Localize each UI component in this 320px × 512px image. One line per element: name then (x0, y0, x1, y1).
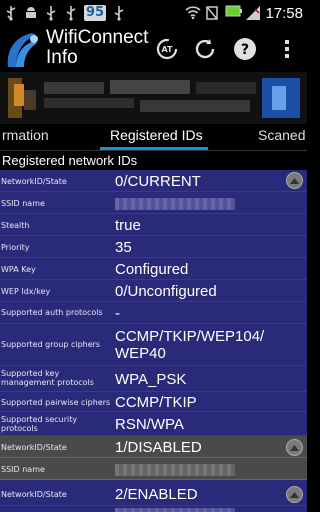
row-value: 0/CURRENT (115, 173, 201, 190)
row-label: NetworkID/State (1, 490, 67, 499)
row-value: CCMP/TKIP/WEP104/ WEP40 (115, 328, 265, 362)
app-logo (4, 29, 42, 69)
row-value: true (115, 217, 141, 234)
row-label: Supported key management protocols (1, 369, 94, 387)
row-label: WPA Key (1, 265, 36, 274)
row-label: Priority (1, 243, 30, 252)
list-item: NetworkID/State 2/ENABLED (0, 482, 307, 506)
wifi-icon (185, 5, 202, 21)
row-label: SSID name (1, 465, 45, 474)
row-label: WEP Idx/key (1, 287, 51, 296)
row-label: NetworkID/State (1, 177, 67, 186)
clock: 17:58 (265, 4, 303, 22)
usb-icon (44, 5, 58, 21)
list-item: NetworkID/State 1/DISABLED (0, 436, 307, 458)
row-label: Supported pairwise ciphers (1, 398, 111, 407)
row-value: 2/ENABLED (115, 486, 198, 503)
list-item: Supported pairwise ciphers CCMP/TKIP (0, 392, 307, 412)
row-value: RSN/WPA (115, 416, 184, 433)
ssid-redacted (115, 508, 235, 512)
row-value: 35 (115, 239, 132, 256)
row-value: 0/Unconfigured (115, 283, 217, 300)
ssid-redacted (115, 198, 235, 210)
svg-text:AT: AT (161, 45, 173, 54)
row-value: CCMP/TKIP (115, 394, 197, 411)
notification-count-badge: 95 (84, 5, 107, 21)
auto-refresh-icon: AT (156, 38, 178, 60)
row-label: NetworkID/State (1, 443, 67, 452)
row-label: Supported group ciphers (1, 340, 101, 349)
help-button[interactable]: ? (230, 34, 260, 64)
help-icon: ? (234, 38, 256, 60)
network-card[interactable]: NetworkID/State 0/CURRENT SSID name Stea… (0, 170, 307, 436)
list-item: SSID name (0, 192, 307, 214)
list-item: Supported group ciphers CCMP/TKIP/WEP104… (0, 324, 307, 366)
collapse-toggle-button[interactable] (286, 486, 303, 503)
no-sim-icon (205, 5, 219, 21)
network-card[interactable]: NetworkID/State 1/DISABLED SSID name (0, 436, 307, 480)
refresh-icon (195, 39, 215, 59)
usb-icon (4, 5, 18, 21)
row-label: Supported auth protocols (1, 308, 103, 317)
list-item: Stealth true (0, 214, 307, 236)
collapse-toggle-button[interactable] (286, 439, 303, 456)
list-item: NetworkID/State 0/CURRENT (0, 170, 307, 192)
svg-text:?: ? (241, 42, 249, 58)
chevron-up-icon (290, 444, 299, 451)
row-label: Supported security protocols (1, 415, 78, 433)
collapse-toggle-button[interactable] (286, 172, 303, 189)
app-title-line1: WifiConnect (46, 27, 149, 48)
list-item: WEP Idx/key 0/Unconfigured (0, 280, 307, 302)
chevron-up-icon (290, 491, 299, 498)
chevron-up-icon (290, 177, 299, 184)
signal-icon (245, 5, 261, 21)
network-card[interactable]: NetworkID/State 2/ENABLED (0, 480, 307, 512)
row-value: Configured (115, 261, 189, 278)
android-icon (24, 5, 38, 21)
list-item: WPA Key Configured (0, 258, 307, 280)
usb-icon (64, 5, 78, 21)
row-label: Stealth (1, 221, 30, 230)
list-item: SSID name (0, 458, 307, 480)
ssid-redacted (115, 464, 235, 476)
battery-icon (225, 5, 243, 21)
status-bar: 95 17:58 (0, 0, 307, 26)
more-vert-icon (285, 40, 289, 58)
overflow-menu-button[interactable] (272, 34, 302, 64)
usb-icon (112, 5, 126, 21)
list-item: Supported auth protocols - (0, 302, 307, 324)
tab-information[interactable]: rmation (2, 127, 49, 143)
row-value: - (115, 305, 120, 322)
section-title: Registered network IDs (0, 150, 307, 170)
auto-refresh-button[interactable]: AT (152, 34, 182, 64)
tab-scanned[interactable]: Scaned (258, 127, 305, 143)
ad-banner[interactable] (0, 72, 307, 124)
list-item: Supported key management protocols WPA_P… (0, 366, 307, 392)
row-value: WPA_PSK (115, 371, 187, 388)
row-label: SSID name (1, 199, 45, 208)
app-title-line2: Info (46, 47, 78, 68)
app-bar: WifiConnect Info AT ? (0, 26, 307, 72)
tab-registered-ids[interactable]: Registered IDs (110, 127, 203, 143)
refresh-button[interactable] (190, 34, 220, 64)
row-value: 1/DISABLED (115, 439, 202, 456)
network-list: NetworkID/State 0/CURRENT SSID name Stea… (0, 170, 307, 512)
app-title: WifiConnect Info (46, 28, 148, 68)
list-item: Priority 35 (0, 236, 307, 258)
list-item: Supported security protocols RSN/WPA (0, 412, 307, 436)
tab-bar: rmation Registered IDs Scaned (0, 124, 307, 150)
